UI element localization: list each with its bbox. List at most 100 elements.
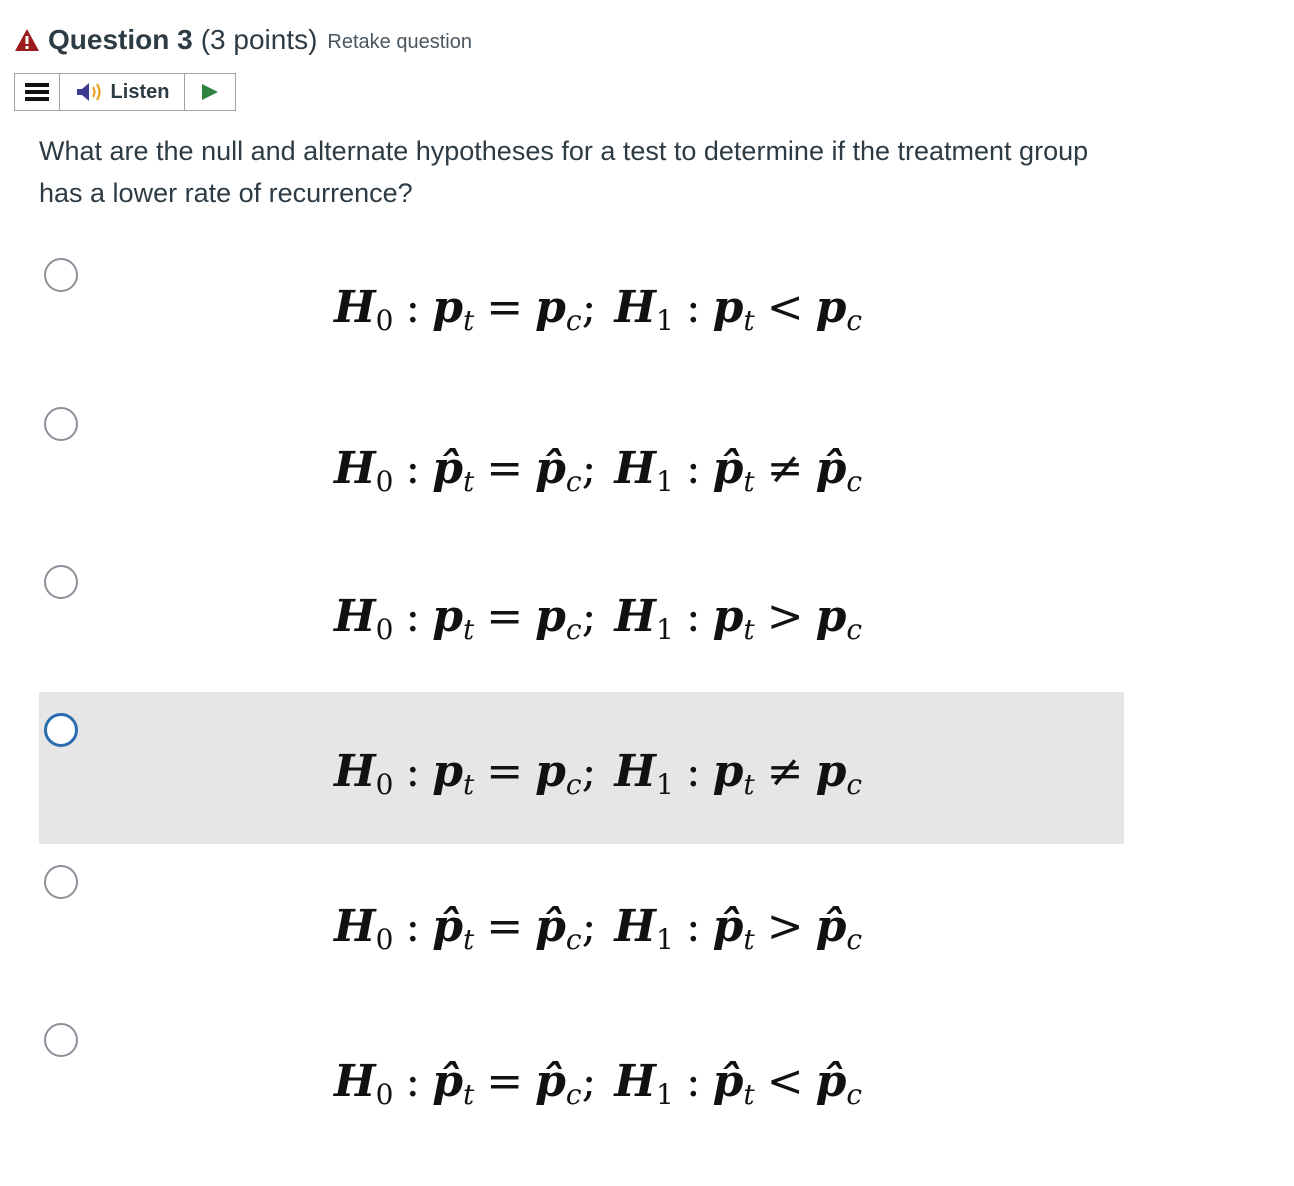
h0-rhs: p̂	[535, 443, 566, 494]
h1-subscript: 1	[656, 768, 674, 801]
radio-button[interactable]	[44, 258, 78, 292]
equals-sign: =	[486, 443, 524, 494]
h0-lhs: p̂	[432, 443, 463, 494]
hypothesis-equation: H0: pt = pc; H1: pt > pc	[334, 595, 862, 644]
h1-lhs: p	[712, 282, 744, 333]
question-header: Question 3 (3 points) Retake question	[14, 22, 472, 58]
play-button[interactable]	[185, 74, 235, 110]
colon: :	[685, 591, 701, 642]
subscript-t: t	[463, 613, 475, 646]
h0-lhs: p	[432, 282, 463, 333]
semicolon: ;	[581, 901, 597, 952]
colon: :	[405, 443, 421, 494]
subscript-t: t	[463, 923, 475, 956]
h1-subscript: 1	[656, 613, 674, 646]
h1-lhs: p	[712, 746, 744, 797]
h0-lhs: p̂	[432, 1056, 463, 1107]
subscript-t: t	[743, 465, 755, 498]
h0-symbol: H	[334, 443, 376, 494]
colon: :	[685, 901, 701, 952]
colon: :	[405, 901, 421, 952]
question-title: Question 3	[48, 24, 193, 55]
equals-sign: =	[486, 282, 524, 333]
colon: :	[685, 443, 701, 494]
equals-sign: =	[486, 1056, 524, 1107]
h0-lhs: p̂	[432, 901, 463, 952]
subscript-c: c	[846, 768, 863, 801]
h0-subscript: 0	[375, 304, 394, 337]
subscript-c: c	[846, 613, 863, 646]
radio-button[interactable]	[44, 713, 78, 747]
radio-button[interactable]	[44, 1023, 78, 1057]
colon: :	[405, 1056, 421, 1107]
subscript-t: t	[463, 465, 475, 498]
subscript-t: t	[463, 304, 475, 337]
subscript-c: c	[565, 465, 582, 498]
h1-rhs: p	[815, 282, 847, 333]
retake-question-link[interactable]: Retake question	[327, 31, 472, 54]
answer-option[interactable]: H0: p̂t = p̂c; H1: p̂t < p̂c	[39, 998, 1124, 1150]
menu-icon	[25, 83, 49, 101]
h1-lhs: p̂	[712, 1056, 744, 1107]
radio-button[interactable]	[44, 407, 78, 441]
subscript-c: c	[565, 613, 582, 646]
hypothesis-equation: H0: pt = pc; H1: pt ≠ pc	[334, 750, 862, 799]
h1-symbol: H	[614, 282, 656, 333]
h1-symbol: H	[614, 1056, 656, 1107]
h0-symbol: H	[334, 282, 376, 333]
h1-rhs: p̂	[815, 1056, 847, 1107]
h0-lhs: p	[432, 591, 463, 642]
colon: :	[405, 591, 421, 642]
hypothesis-equation: H0: pt = pc; H1: pt < pc	[334, 286, 862, 335]
answer-option[interactable]: H0: p̂t = p̂c; H1: p̂t ≠ p̂c	[39, 387, 1124, 539]
answer-option[interactable]: H0: pt = pc; H1: pt ≠ pc	[39, 692, 1124, 844]
subscript-c: c	[846, 304, 863, 337]
listen-button[interactable]: Listen	[60, 74, 185, 110]
h0-rhs: p	[535, 746, 566, 797]
listen-label: Listen	[110, 80, 170, 103]
h1-symbol: H	[614, 443, 656, 494]
h0-symbol: H	[334, 591, 376, 642]
equals-sign: =	[486, 591, 524, 642]
subscript-t: t	[463, 768, 475, 801]
h1-subscript: 1	[656, 304, 674, 337]
h1-operator: >	[766, 591, 804, 642]
h1-symbol: H	[614, 591, 656, 642]
hypothesis-equation: H0: p̂t = p̂c; H1: p̂t < p̂c	[334, 1060, 862, 1109]
menu-button[interactable]	[15, 74, 60, 110]
h0-rhs: p	[535, 591, 566, 642]
colon: :	[685, 746, 701, 797]
warning-icon	[15, 29, 39, 51]
h1-operator: <	[766, 1056, 804, 1107]
h1-operator: <	[766, 282, 804, 333]
h1-subscript: 1	[656, 923, 674, 956]
h1-rhs: p̂	[815, 443, 847, 494]
h0-symbol: H	[334, 901, 376, 952]
h1-rhs: p	[815, 591, 847, 642]
readspeaker-toolbar: Listen	[14, 73, 236, 111]
h1-lhs: p̂	[712, 901, 744, 952]
radio-button[interactable]	[44, 565, 78, 599]
h1-operator: ≠	[766, 746, 804, 797]
h1-rhs: p	[815, 746, 847, 797]
equals-sign: =	[486, 901, 524, 952]
h0-subscript: 0	[375, 923, 394, 956]
h0-subscript: 0	[375, 613, 394, 646]
subscript-c: c	[846, 465, 863, 498]
colon: :	[405, 282, 421, 333]
h0-subscript: 0	[375, 768, 394, 801]
answer-option[interactable]: H0: pt = pc; H1: pt < pc	[39, 234, 1124, 386]
h1-operator: ≠	[766, 443, 804, 494]
h0-rhs: p̂	[535, 901, 566, 952]
subscript-t: t	[743, 768, 755, 801]
colon: :	[685, 1056, 701, 1107]
subscript-t: t	[743, 1078, 755, 1111]
subscript-c: c	[565, 1078, 582, 1111]
h1-symbol: H	[614, 901, 656, 952]
h0-symbol: H	[334, 746, 376, 797]
subscript-t: t	[743, 304, 755, 337]
subscript-t: t	[743, 923, 755, 956]
radio-button[interactable]	[44, 865, 78, 899]
answer-option[interactable]: H0: p̂t = p̂c; H1: p̂t > p̂c	[39, 845, 1124, 997]
answer-option[interactable]: H0: pt = pc; H1: pt > pc	[39, 540, 1124, 692]
